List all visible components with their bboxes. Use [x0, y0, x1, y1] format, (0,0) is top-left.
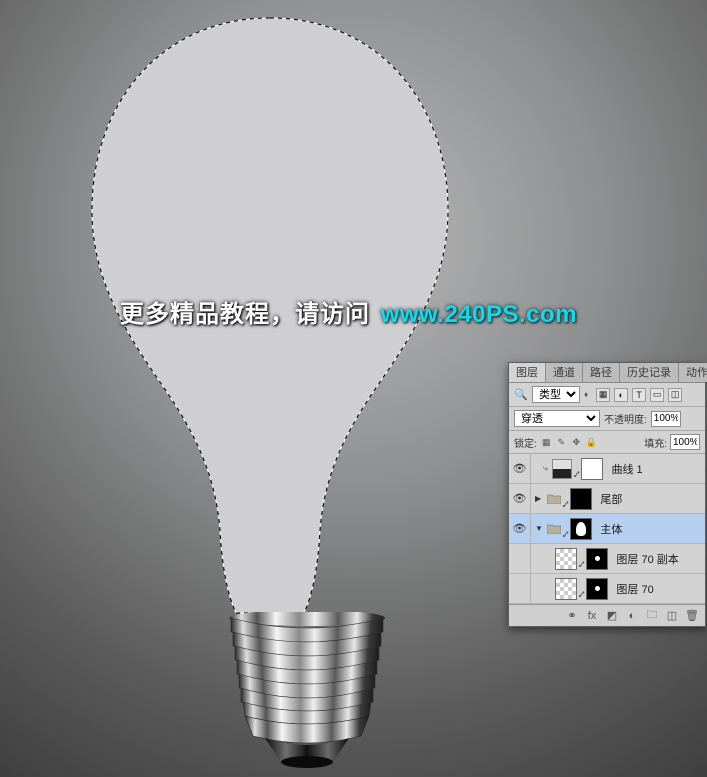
layer-row-tail-group[interactable]: 👁 ▶ ⑇ 尾部 — [509, 484, 705, 514]
layer-name[interactable]: 图层 70 副本 — [616, 551, 678, 567]
layer-name[interactable]: 曲线 1 — [611, 461, 642, 477]
fill-input[interactable] — [670, 434, 700, 450]
visibility-toggle[interactable]: 👁 — [509, 514, 531, 543]
lock-paint-icon[interactable]: ✎ — [555, 436, 568, 449]
link-layers-icon[interactable]: ⚭ — [565, 609, 579, 622]
blend-opacity-row: 穿透 不透明度: — [509, 407, 705, 431]
watermark-text: 更多精品教程，请访问 www.240PS.com — [120, 294, 577, 329]
layer-list: 👁 ⤷ ⑇ 曲线 1 👁 ▶ ⑇ — [509, 454, 705, 604]
folder-icon — [547, 493, 561, 504]
link-icon: ⑇ — [574, 469, 579, 479]
filter-shape-icon[interactable]: ▭ — [650, 388, 664, 402]
fill-label: 填充: — [644, 435, 667, 450]
tab-paths[interactable]: 路径 — [583, 363, 620, 382]
lock-transparent-icon[interactable]: ▦ — [540, 436, 553, 449]
blend-mode-select[interactable]: 穿透 — [514, 410, 600, 427]
opacity-input[interactable] — [651, 411, 681, 427]
link-icon: ⑇ — [563, 499, 568, 509]
layer-row-layer70[interactable]: ⑇ 图层 70 — [509, 574, 705, 604]
curves-thumb — [552, 459, 572, 479]
link-icon: ⑇ — [579, 589, 584, 599]
delete-layer-icon[interactable]: 🗑 — [685, 609, 699, 622]
lock-position-icon[interactable]: ✥ — [570, 436, 583, 449]
disclosure-open-icon[interactable]: ▼ — [535, 524, 543, 533]
layer-name[interactable]: 主体 — [600, 521, 622, 537]
group-mask-thumb[interactable] — [570, 518, 592, 540]
fx-icon[interactable]: fx — [585, 610, 599, 622]
eye-icon: 👁 — [513, 522, 527, 535]
tab-layers[interactable]: 图层 — [509, 363, 546, 382]
watermark-part1: 更多精品教程，请访问 — [120, 301, 370, 328]
lock-label: 锁定: — [514, 435, 537, 450]
search-icon[interactable]: 🔍 — [514, 388, 528, 401]
visibility-toggle[interactable] — [509, 544, 531, 573]
filter-adjustment-icon[interactable]: ◐ — [614, 388, 628, 402]
lock-all-icon[interactable]: 🔒 — [585, 436, 598, 449]
lock-fill-row: 锁定: ▦ ✎ ✥ 🔒 填充: — [509, 431, 705, 454]
add-mask-icon[interactable]: ◩ — [605, 609, 619, 622]
filter-kind-select[interactable]: 类型 — [532, 386, 580, 403]
new-layer-icon[interactable]: ◫ — [665, 609, 679, 622]
folder-icon — [547, 523, 561, 534]
group-mask-thumb[interactable] — [570, 488, 592, 510]
panel-footer: ⚭ fx ◩ ◐ 🗀 ◫ 🗑 — [509, 604, 705, 626]
layer-name[interactable]: 图层 70 — [616, 581, 653, 597]
tab-actions[interactable]: 动作 — [679, 363, 707, 382]
tab-channels[interactable]: 通道 — [546, 363, 583, 382]
filter-smart-icon[interactable]: ◫ — [668, 388, 682, 402]
lightbulb-metal-base — [225, 612, 390, 770]
layer-row-layer70-copy[interactable]: ⑇ 图层 70 副本 — [509, 544, 705, 574]
layer-mask-thumb[interactable] — [581, 458, 603, 480]
visibility-toggle[interactable]: 👁 — [509, 454, 531, 483]
tab-history[interactable]: 历史记录 — [620, 363, 679, 382]
visibility-toggle[interactable] — [509, 574, 531, 603]
clip-indicator-icon: ⤷ — [543, 463, 548, 474]
disclosure-closed-icon[interactable]: ▶ — [535, 494, 543, 503]
link-icon: ⑇ — [563, 529, 568, 539]
visibility-toggle[interactable]: 👁 — [509, 484, 531, 513]
layer-mask-thumb[interactable] — [586, 548, 608, 570]
layer-filter-bar: 🔍 类型 ♦ ▦ ◐ T ▭ ◫ — [509, 383, 705, 407]
filter-pixel-icon[interactable]: ▦ — [596, 388, 610, 402]
layer-name[interactable]: 尾部 — [600, 491, 622, 507]
filter-type-icon[interactable]: T — [632, 388, 646, 402]
new-adjustment-icon[interactable]: ◐ — [625, 610, 639, 622]
panel-tabs: 图层 通道 路径 历史记录 动作 — [509, 363, 705, 383]
filter-dropdown-icon: ♦ — [584, 390, 588, 399]
watermark-url: www.240PS.com — [381, 301, 577, 328]
layer-row-curves1[interactable]: 👁 ⤷ ⑇ 曲线 1 — [509, 454, 705, 484]
new-group-icon[interactable]: 🗀 — [645, 606, 659, 625]
photoshop-canvas[interactable]: 更多精品教程，请访问 www.240PS.com 图层 通道 路径 历史记录 动… — [0, 0, 707, 777]
eye-icon: 👁 — [513, 492, 527, 505]
layer-mask-thumb[interactable] — [586, 578, 608, 600]
layer-thumb[interactable] — [555, 578, 577, 600]
layer-row-body-group[interactable]: 👁 ▼ ⑇ 主体 — [509, 514, 705, 544]
opacity-label: 不透明度: — [604, 411, 647, 426]
layers-panel[interactable]: 图层 通道 路径 历史记录 动作 🔍 类型 ♦ ▦ ◐ T ▭ ◫ 穿透 — [508, 362, 706, 627]
link-icon: ⑇ — [579, 559, 584, 569]
eye-icon: 👁 — [513, 462, 527, 475]
layer-thumb[interactable] — [555, 548, 577, 570]
